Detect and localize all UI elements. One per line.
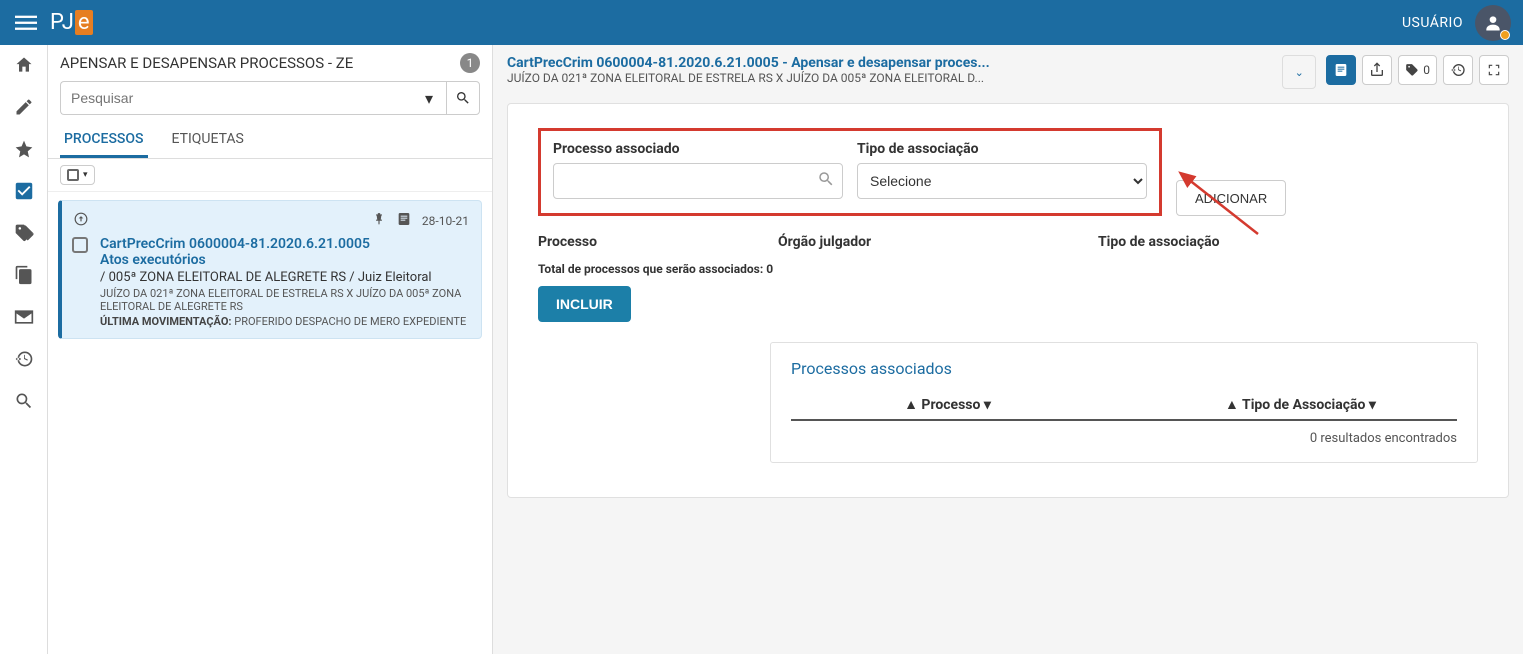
search-rail-icon[interactable] [12,389,36,413]
tab-etiquetas[interactable]: ETIQUETAS [168,123,248,158]
search-button[interactable] [446,81,480,115]
main-subtitle: JUÍZO DA 021ª ZONA ELEITORAL DE ESTRELA … [507,71,1272,85]
sidebar-search-row: ▾ [48,81,492,123]
card-last-movement: ÚLTIMA MOVIMENTAÇÃO: PROFERIDO DESPACHO … [100,315,469,328]
user-label: USUÁRIO [1402,15,1463,31]
processo-associado-input[interactable] [553,163,843,199]
associated-title: Processos associados [791,359,1457,378]
card-zone: / 005ª ZONA ELEITORAL DE ALEGRETE RS / J… [100,270,469,285]
envelope-icon[interactable] [12,305,36,329]
main-title: CartPrecCrim 0600004-81.2020.6.21.0005 -… [507,55,1272,71]
main-panel: Processo associado Tipo de associação Se… [507,103,1509,498]
associated-empty: 0 resultados encontrados [791,431,1457,446]
move-up-icon[interactable] [74,212,88,229]
icon-rail [0,45,48,654]
search-dropdown-toggle[interactable]: ▾ [412,81,446,115]
col-tipo: Tipo de associação [1098,234,1478,250]
menu-toggle[interactable] [12,9,40,37]
pin-icon[interactable] [372,212,386,229]
pencil-icon[interactable] [12,95,36,119]
sidebar-header: APENSAR E DESAPENSAR PROCESSOS - ZE 1 [48,45,492,81]
card-date: 28-10-21 [422,214,469,228]
col-orgao: Órgão julgador [778,234,1058,250]
card-process-number[interactable]: CartPrecCrim 0600004-81.2020.6.21.0005 [100,236,469,252]
card-task-name[interactable]: Atos executórios [100,252,469,268]
incluir-button[interactable]: INCLUIR [538,286,631,322]
select-all-row: ▾ [48,159,492,192]
highlighted-form-area: Processo associado Tipo de associação Se… [538,128,1162,216]
history-button[interactable] [1443,55,1473,85]
logo: PJe [50,10,93,35]
user-avatar[interactable] [1475,5,1511,41]
topbar: PJe USUÁRIO [0,0,1523,45]
tag-count-button[interactable]: 0 [1398,55,1437,85]
sidebar-title: APENSAR E DESAPENSAR PROCESSOS - ZE [60,54,353,72]
status-dot [1500,30,1510,40]
sidebar-search-input[interactable] [60,81,412,115]
autos-button[interactable] [1326,55,1356,85]
select-all-dropdown[interactable]: ▾ [60,165,95,185]
total-line: Total de processos que serão associados:… [538,262,1478,276]
process-card[interactable]: 28-10-21 CartPrecCrim 0600004-81.2020.6.… [58,200,482,339]
expand-header-toggle[interactable]: ⌄ [1282,55,1316,89]
sort-tipo[interactable]: ▲ Tipo de Associação ▾ [1144,396,1457,413]
sidebar-tabs: PROCESSOS ETIQUETAS [48,123,492,159]
star-icon[interactable] [12,137,36,161]
card-checkbox[interactable] [72,237,88,253]
main-header: CartPrecCrim 0600004-81.2020.6.21.0005 -… [507,55,1509,89]
search-icon[interactable] [817,170,835,192]
staging-columns: Processo Órgão julgador Tipo de associaç… [538,234,1478,250]
adicionar-button[interactable]: ADICIONAR [1176,180,1286,216]
tipo-associacao-select[interactable]: Selecione [857,163,1147,199]
history-icon[interactable] [12,347,36,371]
col-processo: Processo [538,234,738,250]
processo-associado-label: Processo associado [553,141,843,157]
home-icon[interactable] [12,53,36,77]
share-button[interactable] [1362,55,1392,85]
card-parties: JUÍZO DA 021ª ZONA ELEITORAL DE ESTRELA … [100,287,469,313]
tag-count: 0 [1423,63,1430,77]
tipo-associacao-label: Tipo de associação [857,141,1147,157]
main-area: CartPrecCrim 0600004-81.2020.6.21.0005 -… [493,45,1523,654]
associated-panel: Processos associados ▲ Processo ▾ ▲ Tipo… [770,342,1478,463]
copy-icon[interactable] [12,263,36,287]
form-row: Processo associado Tipo de associação Se… [538,128,1478,216]
book-icon[interactable] [396,211,412,230]
check-icon[interactable] [12,179,36,203]
fullscreen-button[interactable] [1479,55,1509,85]
sidebar-count-badge: 1 [460,53,480,73]
tab-processos[interactable]: PROCESSOS [60,123,148,158]
sidebar: APENSAR E DESAPENSAR PROCESSOS - ZE 1 ▾ … [48,45,493,654]
tags-icon[interactable] [12,221,36,245]
sort-processo[interactable]: ▲ Processo ▾ [791,396,1104,413]
